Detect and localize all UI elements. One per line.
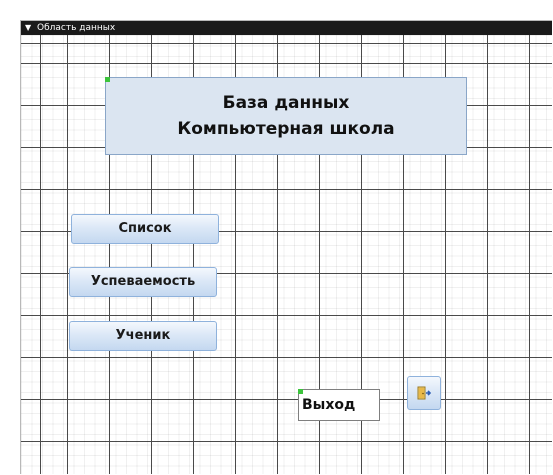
chevron-down-icon: ▼ — [25, 23, 32, 32]
exit-label[interactable]: Выход — [298, 389, 380, 421]
title-line-1: База данных — [222, 93, 350, 113]
section-header-detail[interactable]: ▼ Область данных — [21, 21, 552, 35]
form-title-label[interactable]: База данных Компьютерная школа — [105, 77, 467, 155]
selection-handle[interactable] — [298, 389, 303, 394]
section-header-label: Область данных — [37, 23, 116, 33]
form-design-area: ▼ Область данных База данных Компьютерна… — [20, 20, 552, 474]
student-button[interactable]: Ученик — [69, 321, 217, 351]
progress-button[interactable]: Успеваемость — [69, 267, 217, 297]
selection-handle[interactable] — [105, 77, 110, 82]
list-button[interactable]: Список — [71, 214, 219, 244]
exit-door-icon — [417, 386, 432, 400]
title-line-2: Компьютерная школа — [177, 119, 395, 139]
exit-button[interactable] — [407, 376, 441, 410]
